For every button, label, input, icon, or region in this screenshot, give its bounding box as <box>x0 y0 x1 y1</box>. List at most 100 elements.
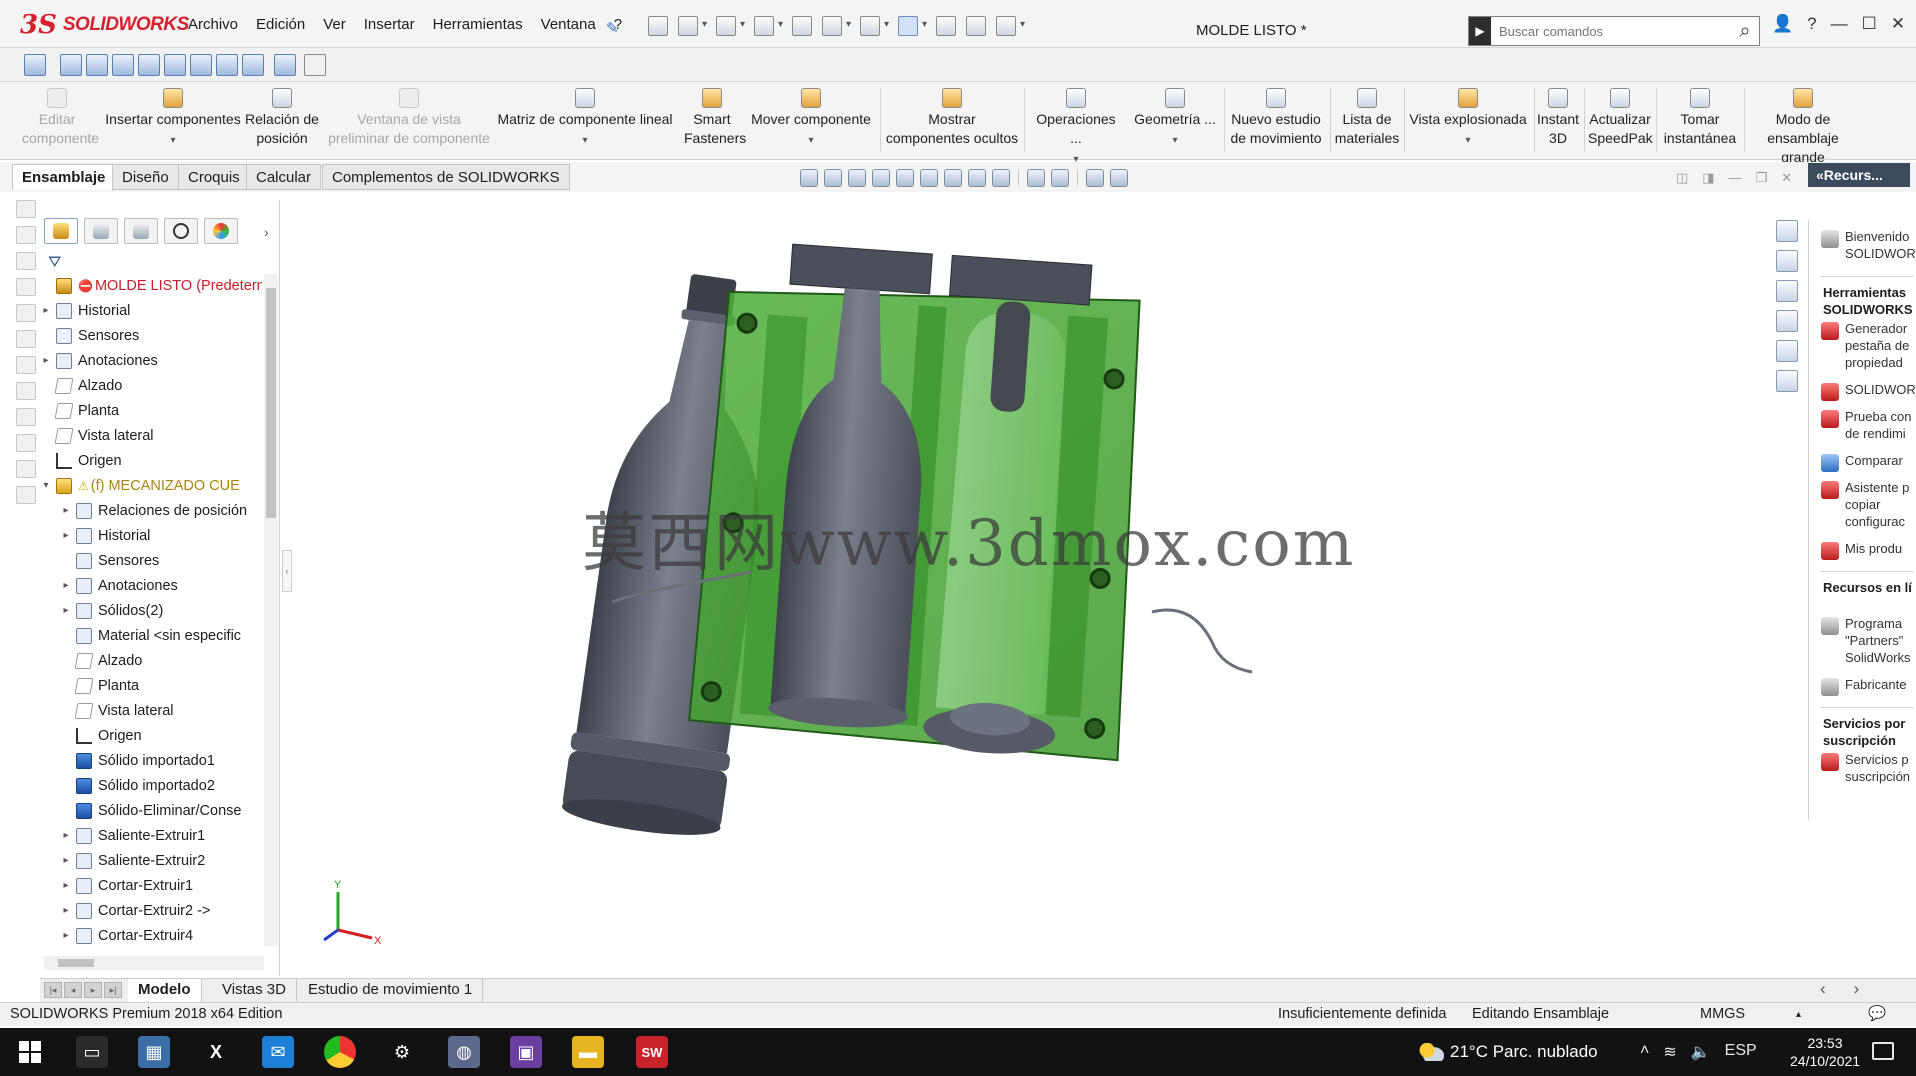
weather-widget[interactable]: 21°C Parc. nublado <box>1418 1042 1598 1062</box>
tab-diseno[interactable]: Diseño <box>112 164 179 190</box>
move-component-button[interactable]: Mover componente ▾ <box>748 88 874 150</box>
update-speedpak-button[interactable]: Actualizar SpeedPak <box>1588 88 1653 148</box>
feature-manager-tab[interactable] <box>44 218 78 244</box>
monitor-icon[interactable] <box>1086 169 1104 187</box>
sketch-icon[interactable] <box>274 54 296 76</box>
component-icon[interactable] <box>16 252 36 270</box>
units-chevron-icon[interactable]: ▴ <box>1796 1003 1801 1026</box>
home-icon[interactable] <box>1776 220 1798 242</box>
tree-node[interactable]: Sólido-Eliminar/Conse <box>40 799 241 823</box>
chevron-down-icon[interactable]: ▾ <box>808 135 813 146</box>
chrome-icon[interactable] <box>324 1036 356 1068</box>
viewport-restore-icon[interactable]: ❐ <box>1756 170 1768 186</box>
expand-toggle-icon[interactable]: ▸ <box>40 349 52 373</box>
component-icon[interactable] <box>16 226 36 244</box>
tree-node[interactable]: ▸ Saliente-Extruir2 <box>40 849 205 873</box>
dynamic-annotation-icon[interactable] <box>896 169 914 187</box>
pencil-icon[interactable] <box>304 54 326 76</box>
media-app-icon[interactable]: ▣ <box>510 1036 542 1068</box>
next-tab-icon[interactable]: ▸ <box>84 982 102 998</box>
network-app-icon[interactable]: ◍ <box>448 1036 480 1068</box>
menu-ventana[interactable]: Ventana <box>541 16 596 33</box>
configuration-manager-tab[interactable] <box>124 218 158 244</box>
graphics-area[interactable]: Y X 莫西网www.3dmox.com <box>292 192 1774 978</box>
left-view-icon[interactable] <box>112 54 134 76</box>
display-style-icon[interactable] <box>944 169 962 187</box>
tab-modelo[interactable]: Modelo <box>128 979 202 1002</box>
search-icon[interactable]: ⌕ <box>1731 17 1759 45</box>
large-assembly-mode-button[interactable]: Modo de ensamblaje grande <box>1746 88 1860 167</box>
right-view-icon[interactable] <box>138 54 160 76</box>
view-orientation-icon[interactable] <box>920 169 938 187</box>
tab-ensamblaje[interactable]: Ensamblaje <box>12 164 116 190</box>
task-view-icon[interactable]: ▭ <box>76 1036 108 1068</box>
task-pane-link[interactable]: Bienvenido SOLIDWOR <box>1821 228 1916 262</box>
tree-node[interactable]: Sólido importado2 <box>40 774 215 798</box>
expand-toggle-icon[interactable]: ▸ <box>60 949 72 950</box>
menu-herramientas[interactable]: Herramientas <box>433 16 523 33</box>
component-icon[interactable] <box>16 278 36 296</box>
instant-3d-button[interactable]: Instant 3D <box>1536 88 1580 148</box>
tile-left-icon[interactable]: ◫ <box>1676 170 1688 186</box>
chevron-down-icon[interactable]: ▾ <box>582 135 587 146</box>
tab-calcular[interactable]: Calcular <box>246 164 322 190</box>
tree-node[interactable]: ▸ Saliente-Extruir1 <box>40 824 205 848</box>
task-pane-link[interactable]: Programa "Partners" SolidWorks <box>1821 615 1916 666</box>
view-palette-icon[interactable] <box>1776 310 1798 332</box>
normal-to-icon[interactable] <box>24 54 46 76</box>
tree-node[interactable]: Alzado <box>40 374 122 398</box>
select-pointer-icon[interactable] <box>898 16 927 36</box>
expand-toggle-icon[interactable]: ▸ <box>60 824 72 848</box>
chevron-down-icon[interactable]: ▾ <box>1172 135 1177 146</box>
back-view-icon[interactable] <box>86 54 108 76</box>
task-pane-link[interactable]: Generador pestaña de propiedad <box>1821 320 1916 371</box>
new-motion-study-button[interactable]: Nuevo estudio de movimiento <box>1228 88 1324 148</box>
exploded-view-button[interactable]: Vista explosionada ▾ <box>1406 88 1530 150</box>
prev-tab-icon[interactable]: ◂ <box>64 982 82 998</box>
task-pane-link[interactable]: Mis produ <box>1821 540 1916 560</box>
zoom-to-fit-icon[interactable] <box>800 169 818 187</box>
last-tab-icon[interactable]: ▸| <box>104 982 122 998</box>
first-tab-icon[interactable]: |◂ <box>44 982 62 998</box>
quick-tips-icon[interactable]: 💬 <box>1868 1003 1886 1026</box>
task-pane-link[interactable]: Comparar <box>1821 452 1916 472</box>
options-gear-icon[interactable] <box>996 16 1025 36</box>
settings-gear-icon[interactable]: ⚙ <box>386 1036 418 1068</box>
new-document-icon[interactable] <box>678 16 707 36</box>
tree-node[interactable]: ▸ Historial <box>40 524 150 548</box>
component-icon[interactable] <box>16 304 36 322</box>
chevron-right-icon[interactable]: › <box>264 224 269 240</box>
insert-components-button[interactable]: Insertar componentes ▾ <box>100 88 246 150</box>
component-icon[interactable] <box>16 486 36 504</box>
help-icon[interactable]: ? <box>1807 14 1816 34</box>
viewport-minimize-icon[interactable]: — <box>1729 170 1742 186</box>
expand-toggle-icon[interactable]: ▸ <box>60 499 72 523</box>
expand-toggle-icon[interactable]: ▸ <box>60 599 72 623</box>
custom-properties-icon[interactable] <box>1776 370 1798 392</box>
expand-toggle-icon[interactable]: ▸ <box>60 874 72 898</box>
file-explorer-icon[interactable]: ▬ <box>572 1036 604 1068</box>
chevron-left-icon[interactable]: ‹ <box>1820 979 1826 999</box>
volume-icon[interactable]: 🔈 <box>1691 1042 1711 1062</box>
tree-node[interactable]: ▸ Cortar-Extruir4 <box>40 924 193 948</box>
tree-node[interactable]: Alzado <box>40 649 142 673</box>
component-icon[interactable] <box>16 434 36 452</box>
task-pane-link[interactable]: Prueba con de rendimi <box>1821 408 1916 442</box>
bottom-view-icon[interactable] <box>190 54 212 76</box>
shield-icon[interactable] <box>1110 169 1128 187</box>
display-manager-tab[interactable] <box>204 218 238 244</box>
file-properties-icon[interactable] <box>966 16 986 36</box>
chevron-down-icon[interactable]: ▾ <box>1465 135 1470 146</box>
save-as-icon[interactable] <box>792 16 812 36</box>
minimize-button[interactable]: — <box>1831 14 1848 34</box>
tree-horizontal-scrollbar[interactable] <box>44 956 264 970</box>
wifi-icon[interactable]: ≋ <box>1663 1042 1676 1062</box>
expand-toggle-icon[interactable]: ▾ <box>40 474 52 498</box>
mate-button[interactable]: Relación de posición <box>244 88 320 148</box>
task-pane-link[interactable]: Servicios p suscripción <box>1821 751 1916 785</box>
edit-component-button[interactable]: Editar componente <box>22 88 99 148</box>
chevron-down-icon[interactable]: ▾ <box>170 135 175 146</box>
user-icon[interactable]: 👤 <box>1772 14 1793 34</box>
menu-ver[interactable]: Ver <box>323 16 346 33</box>
linear-pattern-button[interactable]: Matriz de componente lineal ▾ <box>494 88 676 150</box>
